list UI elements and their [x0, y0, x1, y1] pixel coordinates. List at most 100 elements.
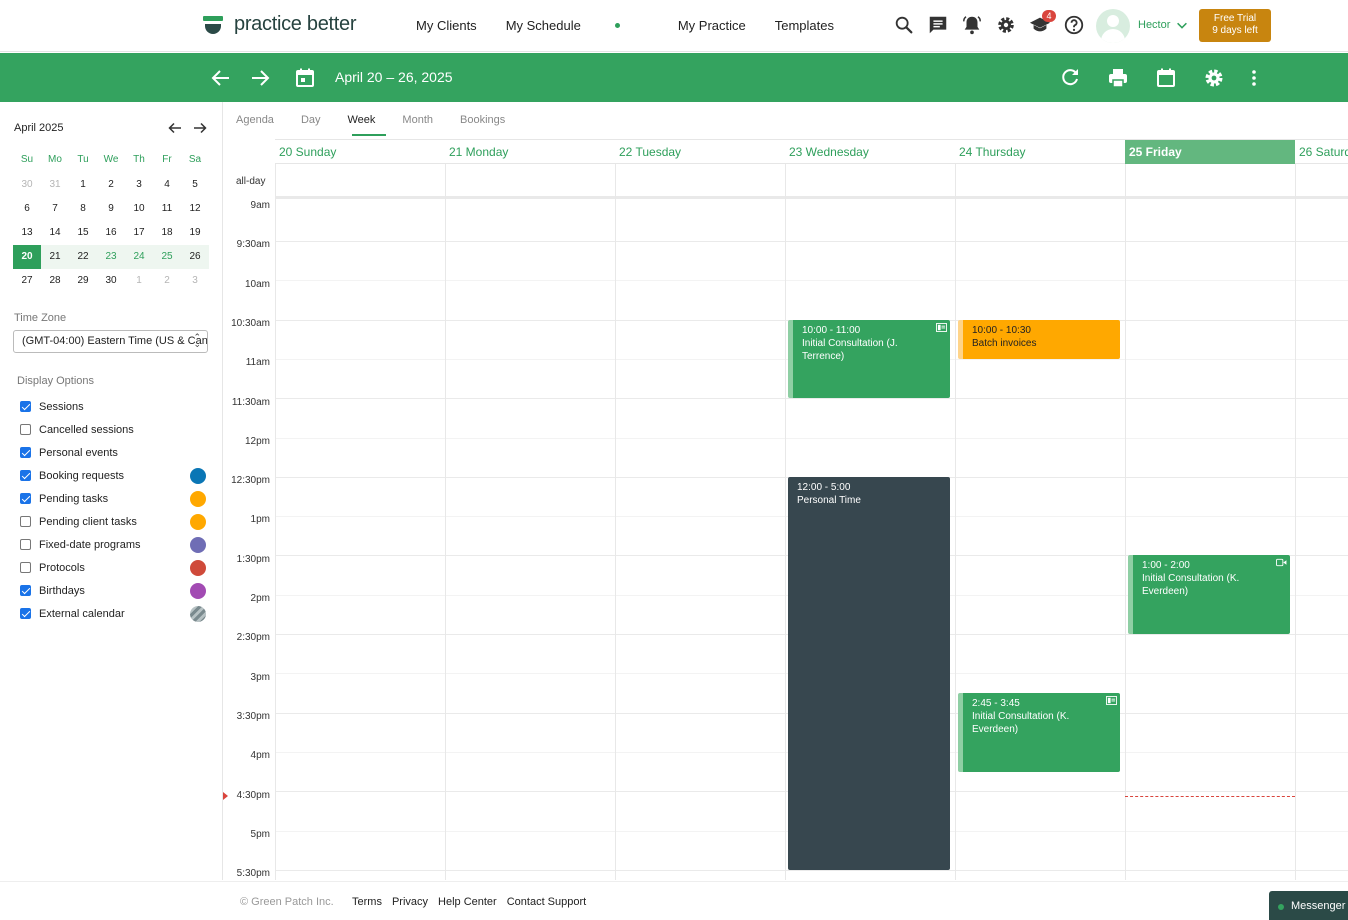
footer-link-terms[interactable]: Terms	[352, 896, 382, 908]
graduation-cap-icon[interactable]: 4	[1029, 10, 1056, 36]
display-option[interactable]: Birthdays	[20, 579, 206, 602]
mini-day[interactable]: 21	[41, 245, 69, 269]
day-header-cell[interactable]: 21 Monday	[445, 140, 615, 164]
mini-day[interactable]: 23	[97, 245, 125, 269]
color-swatch[interactable]	[190, 468, 206, 484]
more-vert-icon[interactable]	[1242, 66, 1266, 90]
display-option[interactable]: External calendar	[20, 602, 206, 625]
all-day-row[interactable]	[275, 164, 1348, 199]
mini-day[interactable]: 6	[13, 197, 41, 221]
mini-day[interactable]: 29	[69, 269, 97, 293]
option-checkbox[interactable]	[20, 470, 31, 481]
search-icon[interactable]	[893, 14, 915, 36]
mini-day[interactable]: 11	[153, 197, 181, 221]
display-option[interactable]: Pending tasks	[20, 487, 206, 510]
calendar-view-icon[interactable]	[1154, 66, 1178, 90]
mini-day[interactable]: 3	[125, 173, 153, 197]
option-checkbox[interactable]	[20, 447, 31, 458]
day-header-cell[interactable]: 23 Wednesday	[785, 140, 955, 164]
refresh-icon[interactable]	[1058, 66, 1082, 90]
option-checkbox[interactable]	[20, 608, 31, 619]
gear-icon[interactable]	[995, 14, 1017, 36]
mini-day[interactable]: 19	[181, 221, 209, 245]
mini-day[interactable]: 13	[13, 221, 41, 245]
mini-day[interactable]: 12	[181, 197, 209, 221]
tab-bookings[interactable]: Bookings	[460, 114, 505, 126]
day-header-cell[interactable]: 24 Thursday	[955, 140, 1125, 164]
option-checkbox[interactable]	[20, 424, 31, 435]
day-header-cell[interactable]: 26 Saturday	[1295, 140, 1348, 164]
timezone-select[interactable]: (GMT-04:00) Eastern Time (US & Canada) ⌃…	[13, 330, 208, 353]
mini-day[interactable]: 3	[181, 269, 209, 293]
chat-icon[interactable]	[927, 14, 949, 36]
mini-day[interactable]: 14	[41, 221, 69, 245]
footer-link-privacy[interactable]: Privacy	[392, 896, 428, 908]
display-option[interactable]: Pending client tasks	[20, 510, 206, 533]
mini-day[interactable]: 1	[69, 173, 97, 197]
display-option[interactable]: Personal events	[20, 441, 206, 464]
color-swatch[interactable]	[190, 514, 206, 530]
color-swatch[interactable]	[190, 560, 206, 576]
display-option[interactable]: Protocols	[20, 556, 206, 579]
time-grid[interactable]: 9am 9:30am 10am 10:30am 11am 11:30am 12pm 12:30…	[223, 164, 1348, 880]
bell-icon[interactable]	[961, 14, 983, 36]
arrow-right-icon[interactable]	[248, 66, 272, 90]
mini-day[interactable]: 15	[69, 221, 97, 245]
print-icon[interactable]	[1106, 66, 1130, 90]
option-checkbox[interactable]	[20, 562, 31, 573]
option-checkbox[interactable]	[20, 493, 31, 504]
mini-day[interactable]: 9	[97, 197, 125, 221]
messenger-button[interactable]: Messenger	[1269, 891, 1348, 920]
mini-day[interactable]: 25	[153, 245, 181, 269]
color-swatch[interactable]	[190, 491, 206, 507]
calendar-event[interactable]: 10:00 - 10:30 Batch invoices	[958, 319, 1120, 359]
mini-day[interactable]: 24	[125, 245, 153, 269]
mini-day[interactable]: 16	[97, 221, 125, 245]
tab-day[interactable]: Day	[301, 114, 321, 126]
nav-my-clients[interactable]: My Clients	[416, 18, 477, 33]
nav-my-practice[interactable]: My Practice	[678, 18, 746, 33]
calendar-event[interactable]: 10:00 - 11:00 Initial Consultation (J. Te…	[788, 319, 950, 399]
mini-day[interactable]: 28	[41, 269, 69, 293]
display-option[interactable]: Cancelled sessions	[20, 418, 206, 441]
mini-day[interactable]: 20	[13, 245, 41, 269]
tab-month[interactable]: Month	[402, 114, 433, 126]
mini-day[interactable]: 30	[97, 269, 125, 293]
color-swatch[interactable]	[190, 606, 206, 622]
mini-day[interactable]: 27	[13, 269, 41, 293]
arrow-left-icon[interactable]	[209, 66, 233, 90]
color-swatch[interactable]	[190, 537, 206, 553]
footer-link-contact-support[interactable]: Contact Support	[507, 896, 587, 908]
avatar[interactable]	[1096, 9, 1130, 43]
display-option[interactable]: Sessions	[20, 395, 206, 418]
day-header-cell[interactable]: 20 Sunday	[275, 140, 445, 164]
settings-icon[interactable]	[1202, 66, 1226, 90]
mini-day[interactable]: 2	[153, 269, 181, 293]
nav-my-schedule[interactable]: My Schedule	[506, 18, 649, 33]
day-header-cell[interactable]: 22 Tuesday	[615, 140, 785, 164]
option-checkbox[interactable]	[20, 585, 31, 596]
mini-day[interactable]: 5	[181, 173, 209, 197]
color-swatch[interactable]	[190, 583, 206, 599]
free-trial-button[interactable]: Free Trial 9 days left	[1199, 9, 1271, 42]
tab-week[interactable]: Week	[348, 114, 376, 126]
mini-day[interactable]: 2	[97, 173, 125, 197]
mini-prev-icon[interactable]	[167, 120, 183, 136]
calendar-event[interactable]: 12:00 - 5:00 Personal Time	[788, 476, 950, 870]
mini-day[interactable]: 18	[153, 221, 181, 245]
mini-day[interactable]: 7	[41, 197, 69, 221]
option-checkbox[interactable]	[20, 539, 31, 550]
mini-day[interactable]: 4	[153, 173, 181, 197]
option-checkbox[interactable]	[20, 516, 31, 527]
mini-next-icon[interactable]	[192, 120, 208, 136]
user-name[interactable]: Hector	[1138, 19, 1170, 31]
mini-day[interactable]: 26	[181, 245, 209, 269]
chevron-down-icon[interactable]	[1175, 18, 1189, 32]
option-checkbox[interactable]	[20, 401, 31, 412]
mini-day[interactable]: 31	[41, 173, 69, 197]
nav-templates[interactable]: Templates	[775, 18, 834, 33]
mini-day[interactable]: 17	[125, 221, 153, 245]
calendar-event[interactable]: 1:00 - 2:00 Initial Consultation (K. Ever…	[1128, 555, 1290, 634]
brand-logo[interactable]: practice better	[203, 13, 357, 36]
calendar-event[interactable]: 2:45 - 3:45 Initial Consultation (K. Ever…	[958, 692, 1120, 772]
